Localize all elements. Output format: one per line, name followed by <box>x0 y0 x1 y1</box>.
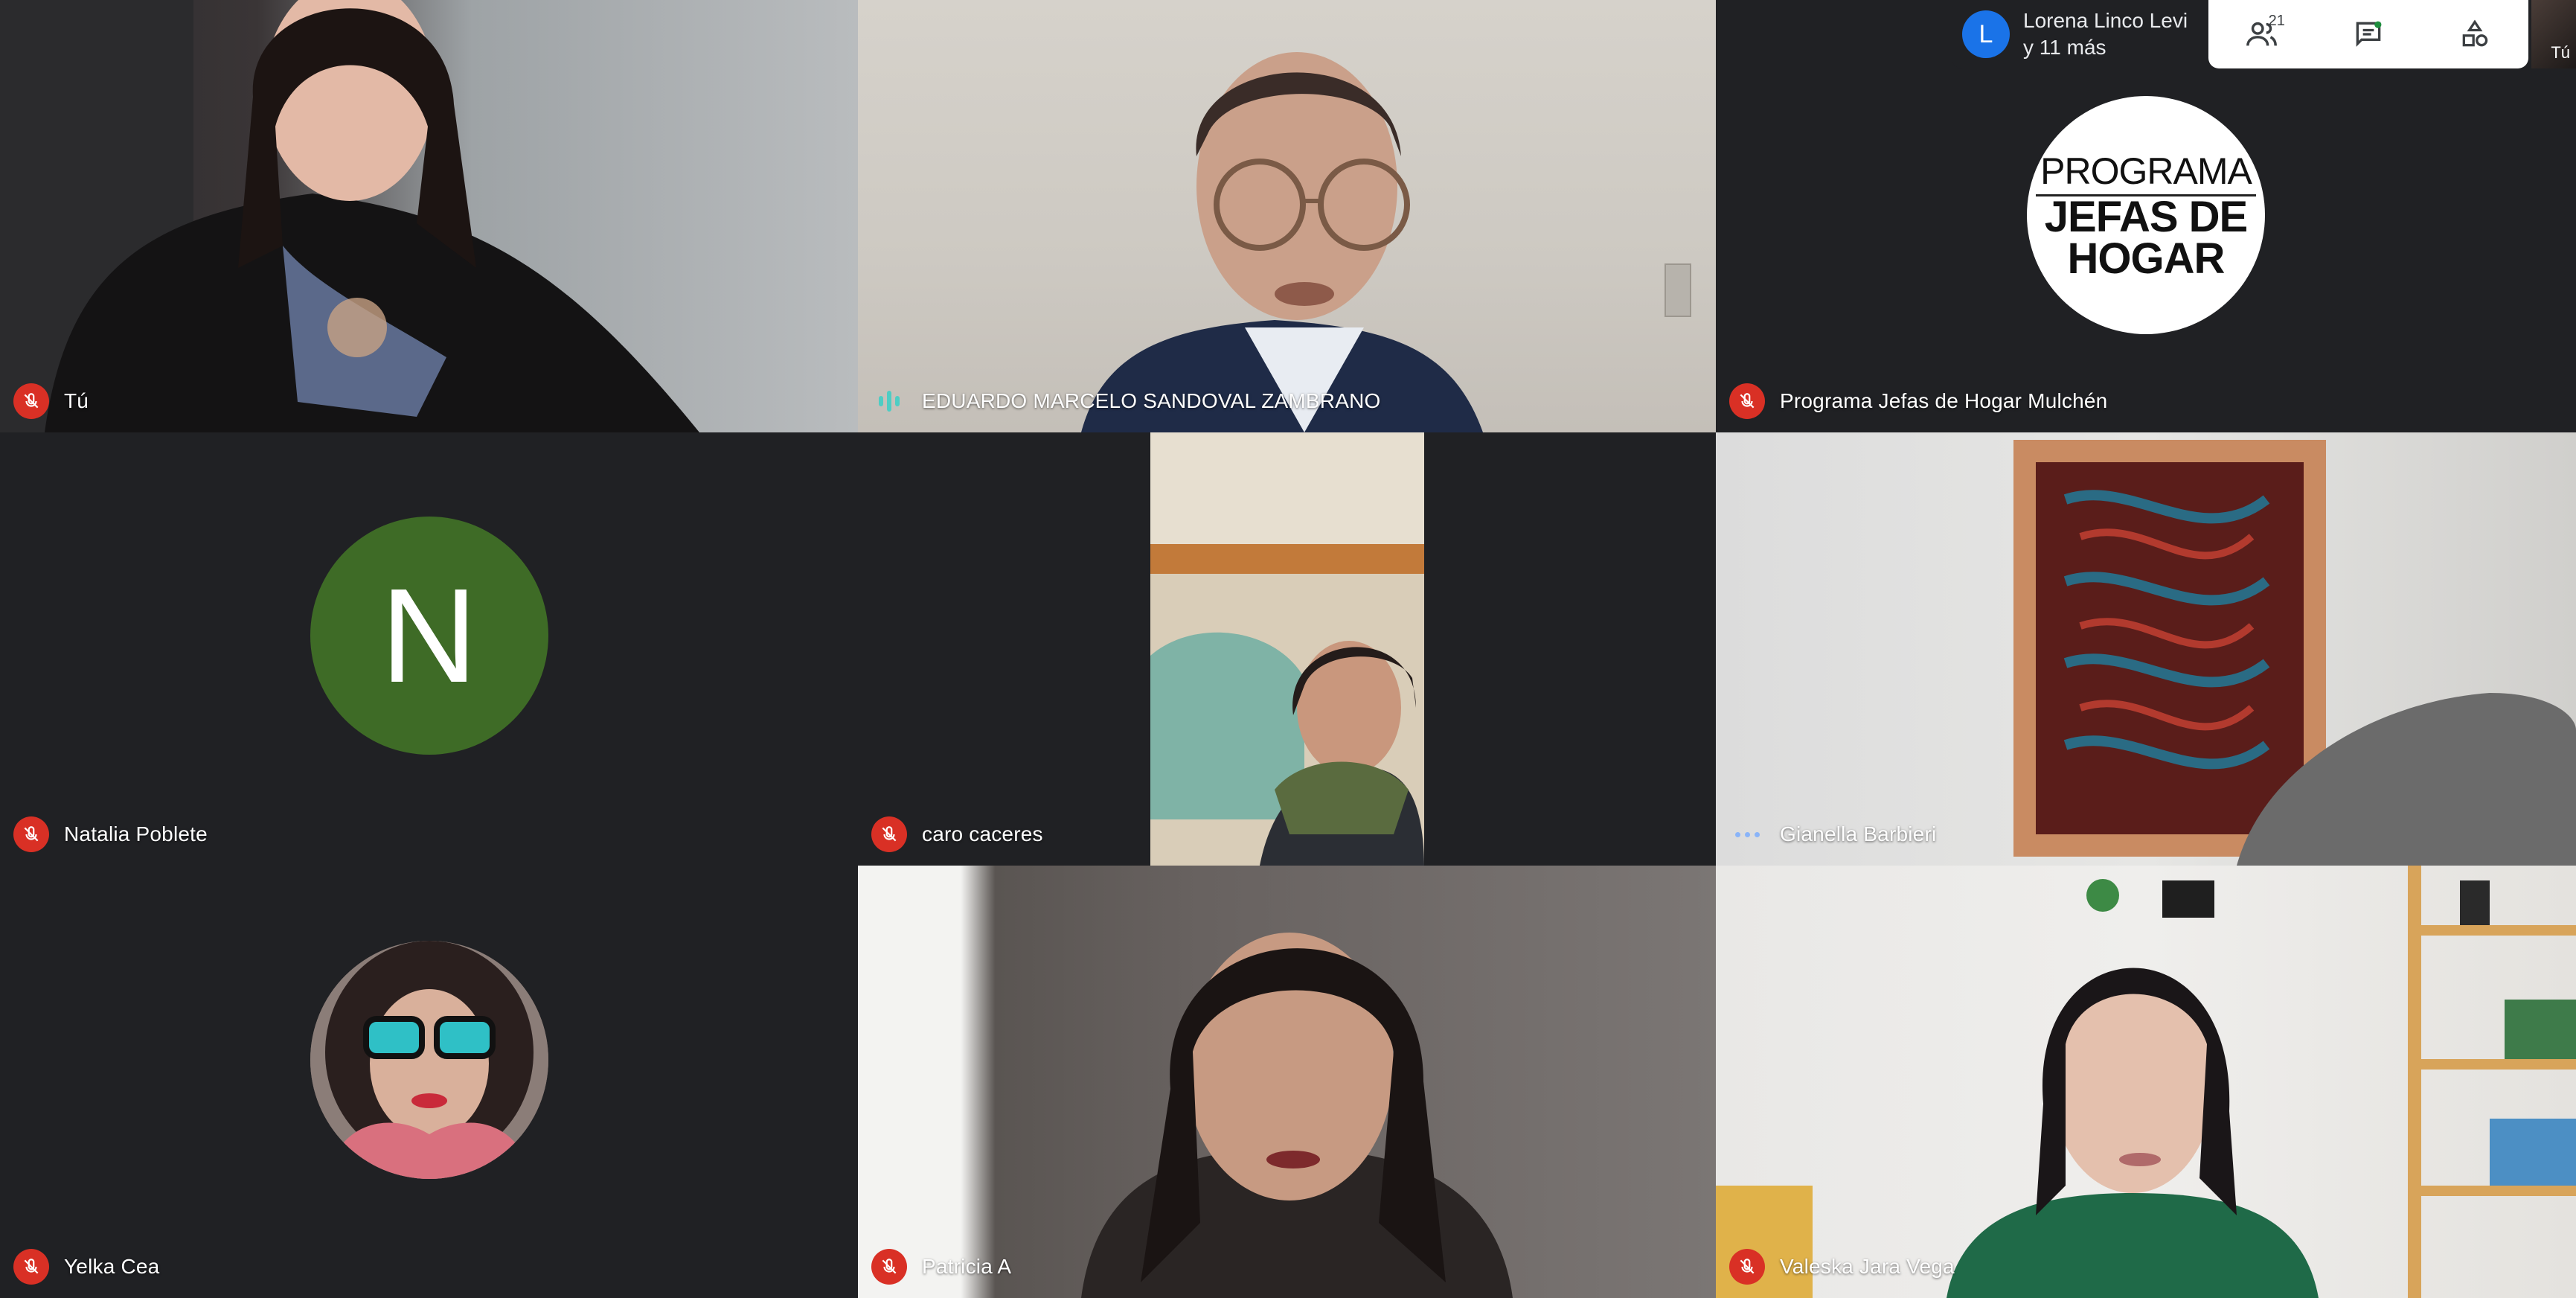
mic-off-icon <box>871 1249 907 1285</box>
mic-off-icon <box>871 816 907 852</box>
avatar-initial: N <box>310 517 548 755</box>
participant-nametag: Tú <box>13 383 89 419</box>
video-feed-gianella <box>2013 440 2576 866</box>
mic-off-icon <box>13 383 49 419</box>
participant-tile-self[interactable]: Tú <box>0 0 858 432</box>
participant-name: caro caceres <box>922 822 1043 845</box>
chat-icon <box>2356 21 2382 47</box>
people-count: 21 <box>2268 13 2285 29</box>
more-dots-icon <box>1729 816 1765 852</box>
activities-button[interactable] <box>2449 8 2501 60</box>
participant-nametag: Yelka Cea <box>13 1249 159 1285</box>
video-feed-valeska <box>1716 866 2576 1298</box>
speaking-indicator-icon <box>871 383 907 419</box>
participant-tile-natalia[interactable]: N Natalia Poblete <box>0 432 858 866</box>
participant-name: Gianella Barbieri <box>1780 822 1937 845</box>
programa-logo-avatar: PROGRAMA JEFAS DE HOGAR <box>2027 95 2265 334</box>
top-controls: 21 <box>2208 0 2528 68</box>
presenter-name: Lorena Linco Levi <box>2023 9 2188 32</box>
presenter-chip[interactable]: L Lorena Linco Levi y 11 más <box>1952 0 2211 68</box>
avatar-photo <box>310 940 548 1179</box>
presenter-text: Lorena Linco Levi y 11 más <box>2023 7 2188 61</box>
activities-icon <box>2462 19 2488 47</box>
participant-name: Programa Jefas de Hogar Mulchén <box>1780 389 2108 412</box>
mic-off-icon <box>1729 383 1765 419</box>
participant-name: Yelka Cea <box>64 1255 160 1278</box>
participant-tile-patricia[interactable]: Patricia A <box>858 866 1716 1298</box>
mic-off-icon <box>1729 1249 1765 1285</box>
participant-name: Tú <box>64 389 89 412</box>
presenter-avatar: L <box>1962 10 2010 58</box>
presenter-others: y 11 más <box>2023 36 2106 59</box>
participant-tile-eduardo[interactable]: EDUARDO MARCELO SANDOVAL ZAMBRANO <box>858 0 1716 432</box>
participant-nametag: caro caceres <box>871 816 1043 852</box>
participant-nametag: Programa Jefas de Hogar Mulchén <box>1729 383 2107 419</box>
participant-nametag: Gianella Barbieri <box>1729 816 1936 852</box>
participant-tile-caro[interactable]: caro caceres <box>858 432 1716 866</box>
participant-nametag: Valeska Jara Vega <box>1729 1249 1955 1285</box>
chat-button[interactable] <box>2342 8 2394 60</box>
mic-off-icon <box>13 1249 49 1285</box>
participant-tile-gianella[interactable]: Gianella Barbieri <box>1716 432 2576 866</box>
participant-nametag: Patricia A <box>871 1249 1011 1285</box>
participant-name: EDUARDO MARCELO SANDOVAL ZAMBRANO <box>922 389 1381 412</box>
participant-tile-valeska[interactable]: Valeska Jara Vega <box>1716 866 2576 1298</box>
participant-name: Valeska Jara Vega <box>1780 1255 1955 1278</box>
people-button[interactable]: 21 <box>2236 8 2288 60</box>
video-feed-eduardo <box>1081 52 1691 432</box>
participant-nametag: Natalia Poblete <box>13 816 208 852</box>
video-feed-self <box>0 0 699 432</box>
self-view-label: Tú <box>2551 43 2570 62</box>
video-feed-caro <box>1150 432 1424 866</box>
mic-off-icon <box>13 816 49 852</box>
participant-name: Natalia Poblete <box>64 822 208 845</box>
participant-tile-yelka[interactable]: Yelka Cea <box>0 866 858 1298</box>
participant-nametag: EDUARDO MARCELO SANDOVAL ZAMBRANO <box>871 383 1380 419</box>
participant-name: Patricia A <box>922 1255 1012 1278</box>
video-feed-patricia <box>1081 933 1513 1298</box>
participant-grid: Tú EDUARDO MARCELO SANDOVAL ZAMBRANO PRO… <box>0 0 2576 1298</box>
self-view-thumbnail[interactable]: Tú <box>2531 0 2576 68</box>
